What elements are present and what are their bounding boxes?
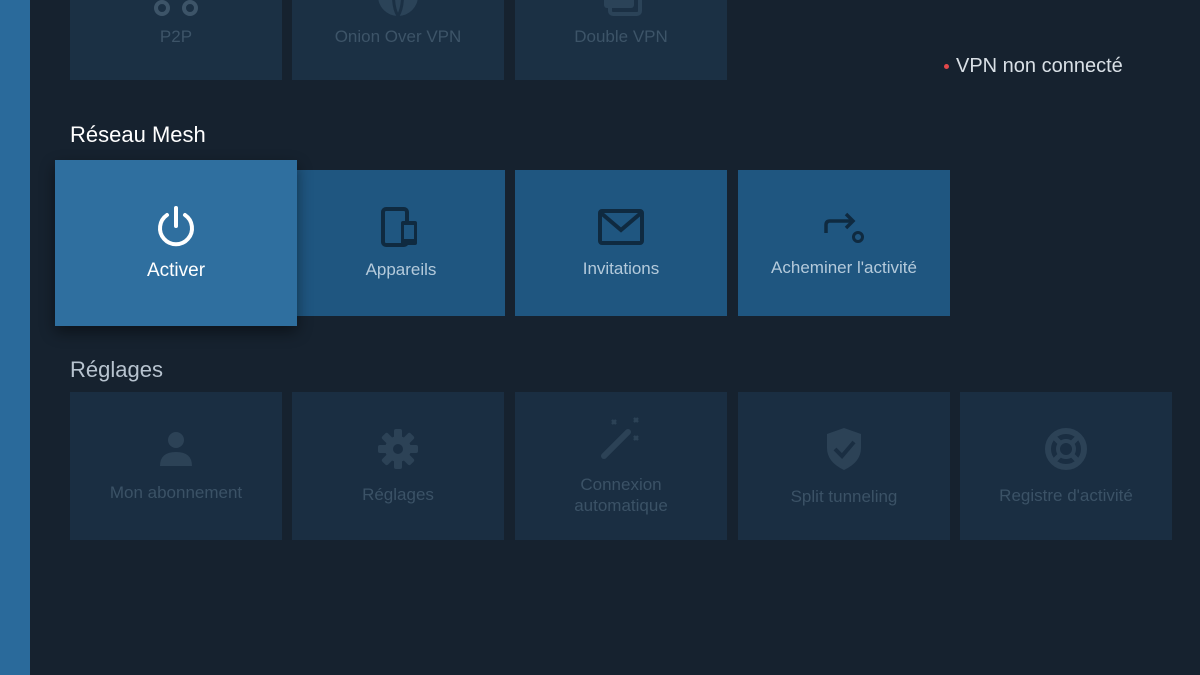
tile-settings[interactable]: Réglages: [292, 392, 504, 540]
tile-label: Mon abonnement: [109, 482, 243, 502]
tile-p2p[interactable]: P2P: [70, 0, 282, 80]
section-title-settings: Réglages: [70, 357, 163, 382]
tile-invitations[interactable]: Invitations: [515, 170, 727, 316]
tile-auto-connect[interactable]: Connexion automatique: [515, 392, 727, 540]
power-icon: [155, 205, 197, 250]
tile-label: Acheminer l'activité: [771, 257, 917, 277]
left-rail: [0, 0, 30, 675]
status-text: VPN non connecté: [956, 55, 1123, 77]
tile-label: Onion Over VPN: [334, 26, 462, 46]
connection-status: VPN non connecté: [944, 54, 1123, 78]
section-title-mesh: Réseau Mesh: [70, 122, 206, 147]
tile-double-vpn[interactable]: Double VPN: [515, 0, 727, 80]
tile-label: P2P: [159, 26, 193, 46]
user-icon: [156, 430, 196, 468]
tile-label: Réglages: [362, 484, 434, 504]
route-icon: [822, 209, 866, 245]
tile-onion-over-vpn[interactable]: Onion Over VPN: [292, 0, 504, 80]
tile-split-tunneling[interactable]: Split tunneling: [738, 392, 950, 540]
tile-subscription[interactable]: Mon abonnement: [70, 392, 282, 540]
double-vpn-icon: [598, 0, 644, 18]
tile-label: Registre d'activité: [999, 485, 1133, 505]
lifebuoy-icon: [1044, 427, 1088, 471]
tile-route-traffic[interactable]: Acheminer l'activité: [738, 170, 950, 316]
tile-label: Double VPN: [574, 26, 668, 46]
tile-label: Invitations: [582, 258, 660, 278]
shield-check-icon: [824, 426, 864, 472]
envelope-icon: [597, 208, 645, 246]
status-dot: [944, 63, 949, 69]
tile-devices[interactable]: Appareils: [297, 170, 505, 316]
tile-activate[interactable]: Activer: [55, 160, 297, 326]
tile-label: Appareils: [365, 259, 437, 279]
gear-icon: [377, 428, 419, 470]
magic-wand-icon: [598, 416, 644, 460]
tile-label: Split tunneling: [790, 486, 898, 506]
tile-label: Connexion automatique: [574, 475, 668, 515]
devices-icon: [379, 206, 423, 247]
tile-activity-log[interactable]: Registre d'activité: [960, 392, 1172, 540]
p2p-icon: [153, 0, 199, 18]
tile-label: Activer: [146, 259, 206, 281]
onion-icon: [375, 0, 421, 18]
